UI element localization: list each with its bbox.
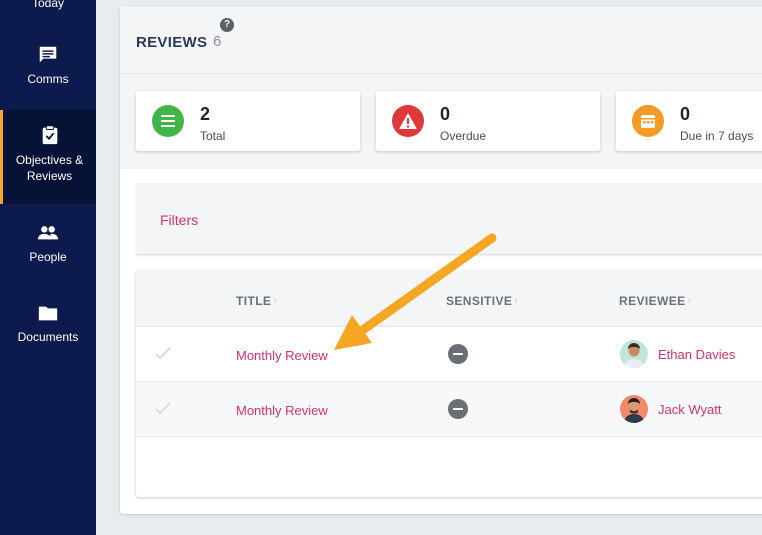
stat-value: 0 — [680, 104, 691, 124]
table-row[interactable]: Monthly Review Jack Wyatt — [136, 382, 762, 437]
page-header: REVIEWS 6 ? — [120, 6, 762, 74]
sidebar-item-label: Documents — [17, 330, 79, 344]
review-title-link[interactable]: Monthly Review — [236, 403, 328, 418]
filters-toggle[interactable]: Filters — [160, 212, 198, 228]
column-header-sensitive[interactable]: SENSITIVE↑ — [446, 294, 519, 308]
stat-label: Overdue — [440, 129, 487, 143]
list-icon — [152, 105, 184, 137]
sidebar-item-today[interactable]: Today — [0, 0, 96, 10]
sort-arrow-icon: ↑ — [272, 296, 279, 308]
reviews-table: TITLE↑ SENSITIVE↑ REVIEWEE↑ Monthly Revi… — [136, 271, 762, 497]
help-icon[interactable]: ? — [220, 18, 234, 32]
reviewee-link[interactable]: Jack Wyatt — [658, 402, 721, 417]
stat-card-due-soon[interactable]: 0 Due in 7 days — [616, 91, 762, 151]
avatar — [620, 340, 648, 368]
minus-circle-icon — [448, 344, 468, 364]
people-icon — [37, 226, 59, 240]
sidebar-item-label: Comms — [27, 72, 69, 86]
filters-panel: Filters — [136, 183, 762, 255]
table-header: TITLE↑ SENSITIVE↑ REVIEWEE↑ — [136, 271, 762, 327]
column-header-reviewee[interactable]: REVIEWEE↑ — [619, 294, 692, 308]
stat-card-total[interactable]: 2 Total — [136, 91, 360, 151]
sort-arrow-icon: ↑ — [513, 296, 520, 308]
page-title: REVIEWS — [136, 34, 208, 51]
table-row[interactable]: Monthly Review Ethan Davies — [136, 327, 762, 382]
sidebar-item-comms[interactable]: Comms — [0, 44, 96, 86]
warning-icon — [392, 105, 424, 137]
sidebar-item-label: People — [29, 250, 67, 264]
sort-arrow-icon: ↑ — [686, 296, 693, 308]
check-icon[interactable] — [154, 345, 172, 363]
chat-icon — [39, 46, 57, 63]
reviews-panel: REVIEWS 6 ? 2 Total 0 Overdue 0 Due in 7… — [120, 6, 762, 514]
sidebar-item-people[interactable]: People — [0, 222, 96, 264]
clipboard-check-icon — [42, 125, 57, 145]
reviewee-link[interactable]: Ethan Davies — [658, 347, 735, 362]
review-count: 6 — [213, 33, 222, 50]
avatar — [620, 395, 648, 423]
folder-icon — [38, 306, 58, 321]
stat-value: 0 — [440, 104, 451, 124]
stats-area: 2 Total 0 Overdue 0 Due in 7 days — [120, 74, 762, 169]
sidebar-item-label: Today — [31, 0, 65, 10]
calendar-icon — [632, 105, 664, 137]
stat-label: Total — [200, 129, 226, 143]
column-header-title[interactable]: TITLE↑ — [236, 294, 278, 308]
check-icon[interactable] — [154, 400, 172, 418]
stat-value: 2 — [200, 104, 211, 124]
minus-circle-icon — [448, 399, 468, 419]
sidebar-item-label: Objectives & Reviews — [15, 153, 84, 183]
review-title-link[interactable]: Monthly Review — [236, 348, 328, 363]
sidebar: Today Comms Objectives & Reviews People — [0, 0, 96, 535]
stat-label: Due in 7 days — [680, 129, 754, 143]
stat-card-overdue[interactable]: 0 Overdue — [376, 91, 600, 151]
sidebar-item-documents[interactable]: Documents — [0, 302, 96, 344]
sidebar-item-objectives-reviews[interactable]: Objectives & Reviews — [0, 110, 96, 204]
